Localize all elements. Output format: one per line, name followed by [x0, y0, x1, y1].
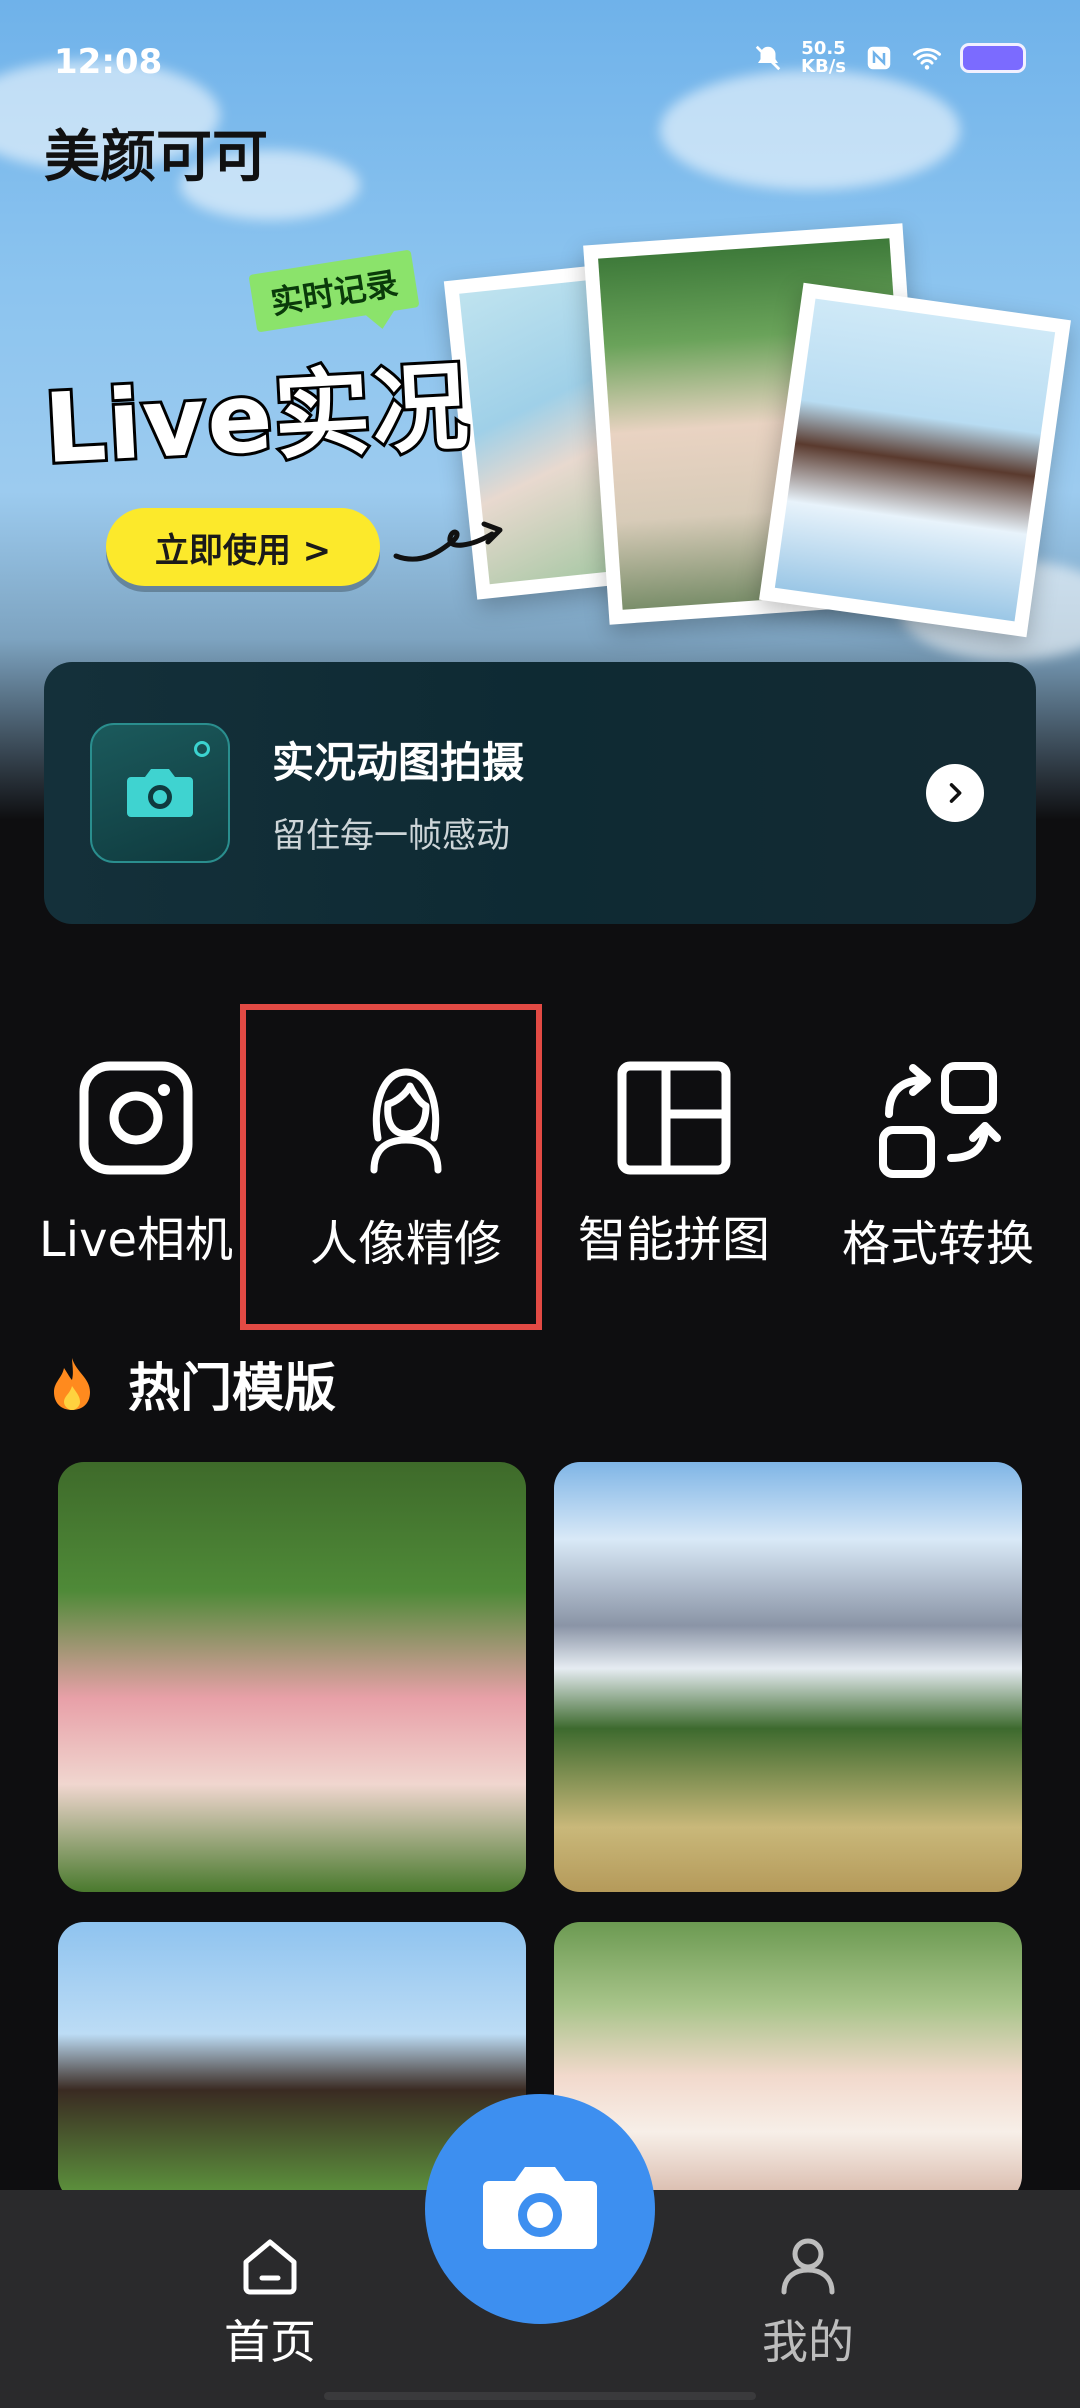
network-speed: 50.5 KB/s — [801, 40, 846, 76]
nav-me-label: 我的 — [762, 2315, 854, 2369]
camera-fab-button[interactable] — [425, 2094, 655, 2324]
banner-photo — [759, 282, 1071, 638]
camera-icon — [483, 2167, 597, 2249]
template-card[interactable] — [58, 1462, 526, 1892]
tool-label: Live相机 — [38, 1212, 234, 1268]
battery-icon — [960, 43, 1026, 73]
tool-label: 智能拼图 — [577, 1212, 770, 1268]
nfc-icon — [867, 46, 891, 70]
nav-me[interactable]: 我的 — [708, 2234, 908, 2372]
selection-highlight — [240, 1004, 542, 1330]
section-title: 热门模版 — [128, 1359, 337, 1419]
template-card[interactable] — [554, 1462, 1022, 1892]
card-title: 实况动图拍摄 — [272, 738, 525, 787]
nav-home-label: 首页 — [224, 2315, 316, 2369]
app-root: 12:08 50.5 KB/s 美颜可可 实时记录 Live实况 立即使用 > … — [0, 0, 1080, 2408]
instagram-camera-icon — [79, 1061, 193, 1175]
fire-icon — [54, 1357, 90, 1410]
convert-shapes-icon — [879, 1062, 1001, 1178]
app-title: 美颜可可 — [44, 125, 268, 190]
camera-icon — [127, 769, 193, 817]
squiggle-arrow-icon — [393, 521, 503, 562]
card-text: 实况动图拍摄 留住每一帧感动 — [272, 729, 524, 857]
home-indicator — [324, 2392, 756, 2400]
camera-tile — [90, 723, 230, 863]
tool-format-convert[interactable]: 格式转换 — [808, 1010, 1068, 1330]
collage-grid-icon — [617, 1061, 731, 1175]
use-now-button[interactable]: 立即使用 > — [106, 508, 380, 586]
tool-label: 格式转换 — [841, 1216, 1034, 1272]
status-time: 12:08 — [54, 42, 163, 82]
wifi-icon — [913, 47, 941, 70]
live-photo-card[interactable]: 实况动图拍摄 留住每一帧感动 — [44, 662, 1036, 924]
card-subtitle: 留住每一帧感动 — [272, 816, 510, 856]
nav-home[interactable]: 首页 — [170, 2234, 370, 2372]
banner-title: Live实况 — [39, 348, 476, 488]
banner-tag: 实时记录 — [248, 249, 420, 333]
tool-live-camera[interactable]: Live相机 — [6, 1010, 266, 1330]
hot-templates-header: 热门模版 — [48, 1346, 336, 1421]
mute-bell-icon — [755, 45, 781, 71]
tool-smart-collage[interactable]: 智能拼图 — [544, 1010, 804, 1330]
status-icons: 50.5 KB/s — [753, 40, 1026, 76]
chevron-right-icon[interactable] — [926, 764, 984, 822]
net-speed-unit: KB/s — [801, 56, 846, 77]
home-icon — [243, 2239, 297, 2295]
user-icon — [781, 2238, 835, 2295]
status-bar: 12:08 50.5 KB/s — [0, 0, 1080, 120]
